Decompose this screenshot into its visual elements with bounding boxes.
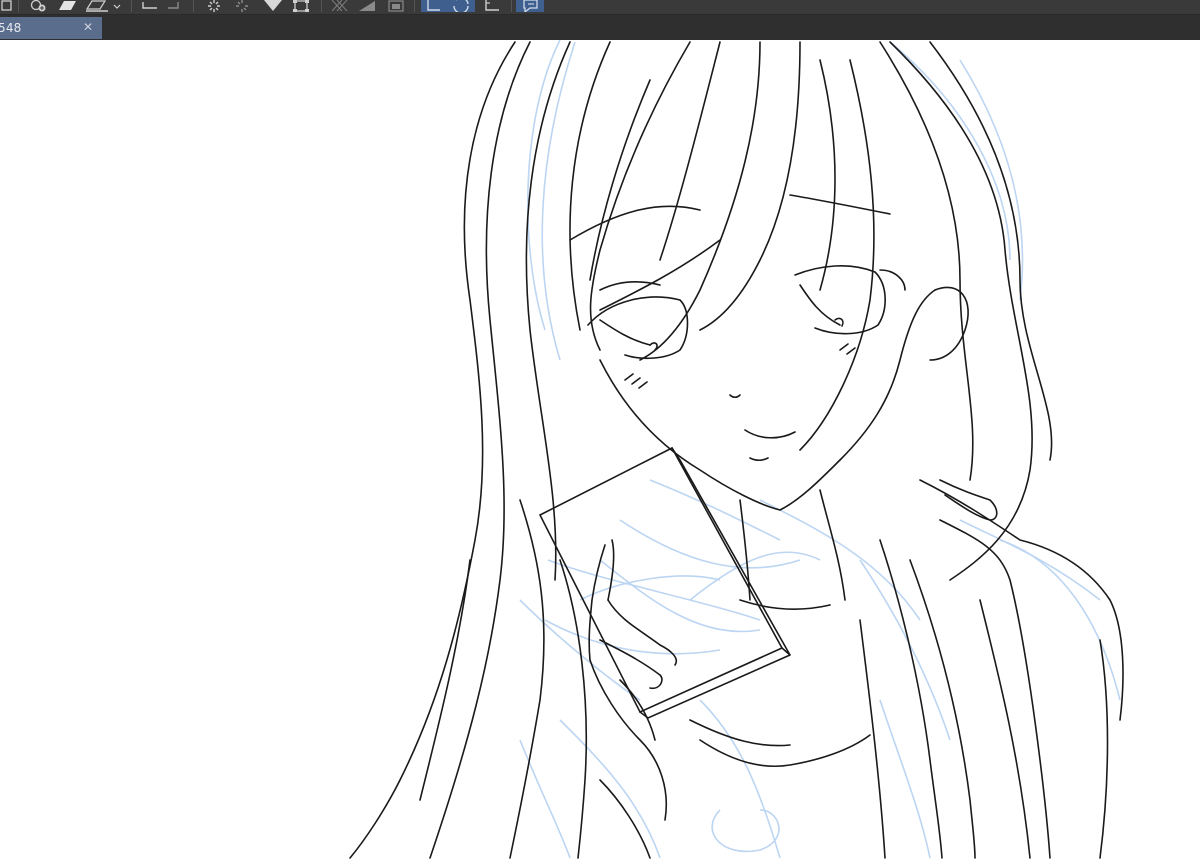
- drawing-canvas[interactable]: [0, 40, 1200, 859]
- document-tab[interactable]: 548 ✕: [0, 17, 102, 39]
- line-art-illustration: [349, 40, 1124, 859]
- pen-icon[interactable]: [258, 0, 288, 12]
- grid-icon[interactable]: [328, 0, 356, 12]
- document-tab-label: 548: [0, 21, 22, 35]
- layer-mask-icon[interactable]: [382, 0, 410, 12]
- circle-select-icon[interactable]: [447, 0, 475, 12]
- add-layer-icon[interactable]: [27, 0, 51, 12]
- speech-bubble-icon[interactable]: [516, 0, 544, 12]
- sketch-layer: [519, 40, 1121, 859]
- redo-icon[interactable]: [163, 0, 187, 12]
- ruler-icon[interactable]: [354, 0, 380, 12]
- undo-icon[interactable]: [138, 0, 162, 12]
- settings-icon[interactable]: [228, 0, 256, 12]
- corner-ruler-icon[interactable]: [478, 0, 506, 12]
- stroke-icon[interactable]: [83, 0, 125, 12]
- document-tab-bar: 548 ✕: [0, 15, 1200, 40]
- transform-icon[interactable]: [288, 0, 314, 12]
- lasso-icon[interactable]: [421, 0, 447, 12]
- fill-icon[interactable]: [55, 0, 79, 12]
- layer-icon[interactable]: [0, 0, 14, 12]
- ink-layer: [349, 41, 1124, 859]
- close-icon[interactable]: ✕: [81, 20, 95, 34]
- loading-icon[interactable]: [200, 0, 228, 12]
- main-toolbar: [0, 0, 1200, 15]
